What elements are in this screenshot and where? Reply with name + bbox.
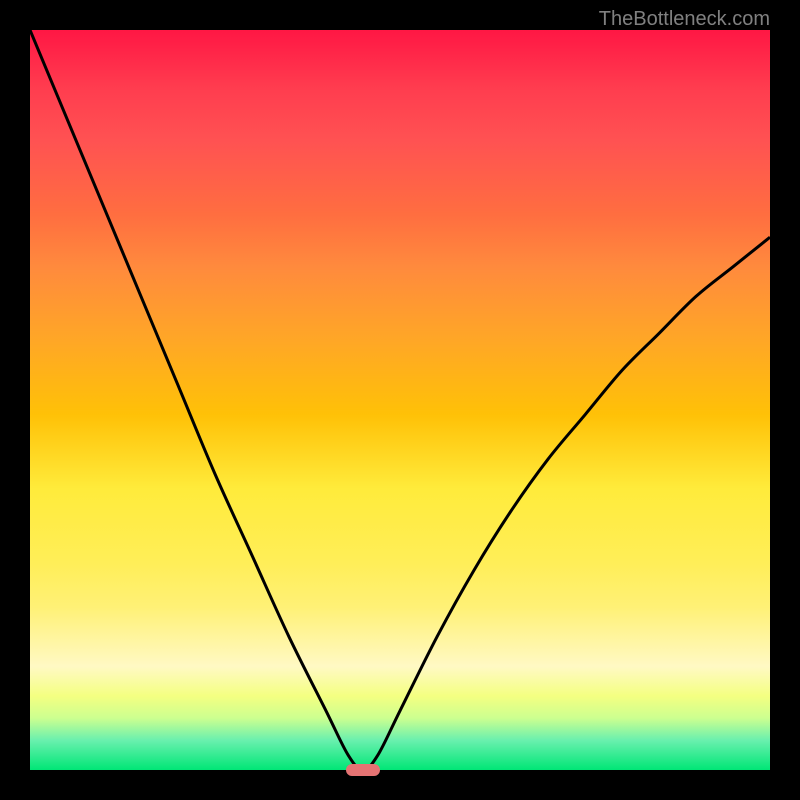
optimal-point-marker xyxy=(346,764,380,776)
watermark-text: TheBottleneck.com xyxy=(599,8,770,31)
bottleneck-curve xyxy=(30,30,770,770)
